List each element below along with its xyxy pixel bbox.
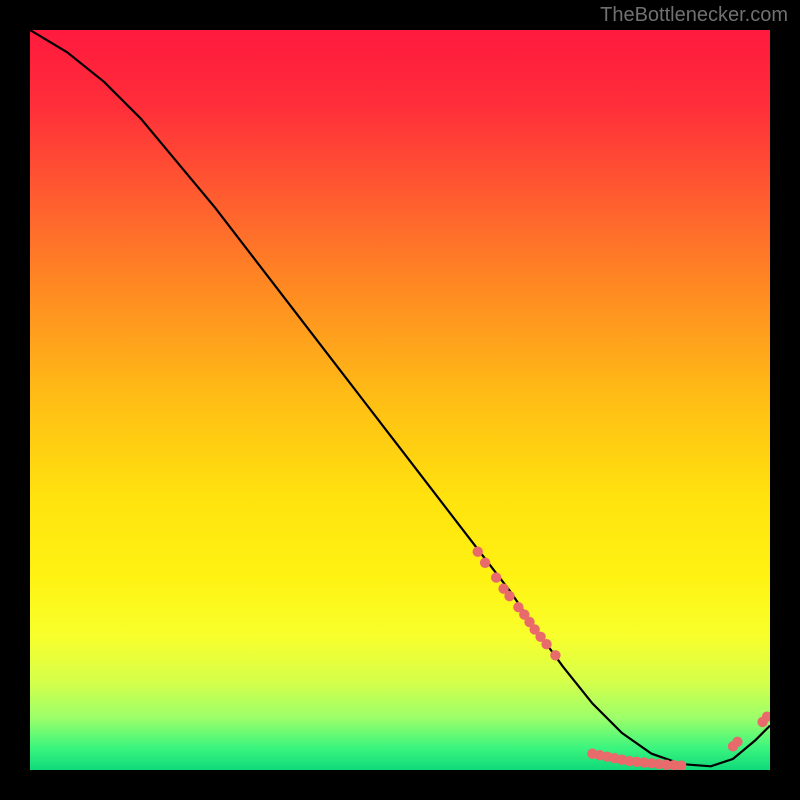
watermark-text: TheBottlenecker.com xyxy=(600,4,788,27)
data-marker xyxy=(732,737,742,747)
data-marker xyxy=(473,547,483,557)
plot-area xyxy=(30,30,770,770)
data-marker xyxy=(550,650,560,660)
chart-container: TheBottlenecker.com xyxy=(0,0,800,800)
data-marker xyxy=(504,591,514,601)
data-marker xyxy=(491,572,501,582)
data-marker xyxy=(480,558,490,568)
data-marker xyxy=(541,639,551,649)
gradient-background xyxy=(30,30,770,770)
chart-svg xyxy=(30,30,770,770)
